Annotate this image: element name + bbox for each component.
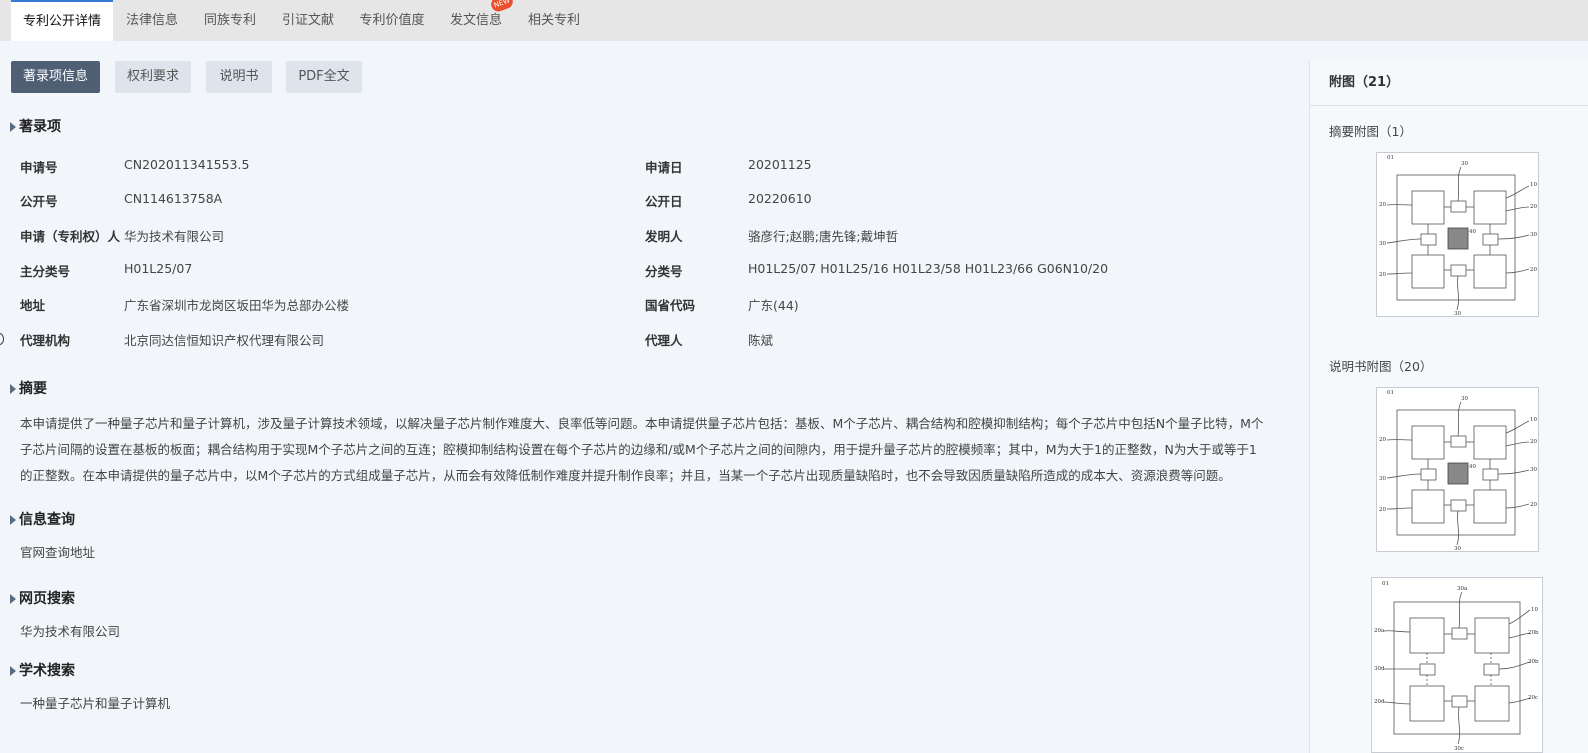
figure-label: 30 bbox=[1379, 241, 1386, 247]
figure-label: 20b bbox=[1528, 630, 1539, 636]
figure-label: 20 bbox=[1530, 502, 1537, 508]
address: 广东省深圳市龙岗区坂田华为总部办公楼 bbox=[124, 298, 350, 313]
field-label: 主分类号 bbox=[20, 264, 71, 279]
figure-label: 30 bbox=[1530, 232, 1537, 238]
tab-patent-value[interactable]: 专利价值度 bbox=[352, 0, 432, 41]
chip-diagram-image: 01 30 10 20 30 20 20 30 20 40 30 bbox=[1379, 390, 1537, 552]
biblio-button[interactable]: 著录项信息 bbox=[11, 61, 100, 93]
biblio-section-title: 著录项 bbox=[10, 117, 61, 137]
figure-label: 20 bbox=[1379, 507, 1386, 513]
chip-diagram-image: 01 30a 10 20b 30b 20c 20a 30d 20d 30c bbox=[1374, 581, 1539, 752]
web-search-link[interactable]: 华为技术有限公司 bbox=[20, 621, 120, 640]
tab-legal-info[interactable]: 法律信息 bbox=[118, 0, 186, 41]
field-label: 地址 bbox=[20, 298, 46, 313]
description-figures-title: 说明书附图（20） bbox=[1329, 359, 1433, 374]
agency: 北京同达信恒知识产权代理有限公司 bbox=[124, 333, 325, 348]
field-label: 申请日 bbox=[645, 160, 683, 175]
info-query-section-title: 信息查询 bbox=[10, 510, 75, 530]
figure-label: 30 bbox=[1530, 467, 1537, 473]
figure-label: 30 bbox=[1461, 396, 1468, 402]
figure-label: 20 bbox=[1530, 439, 1537, 445]
main-classification: H01L25/07 bbox=[124, 261, 193, 276]
figure-label: 30 bbox=[1379, 476, 1386, 482]
figure-label: 10 bbox=[1531, 607, 1538, 613]
figure-label: 40 bbox=[1469, 464, 1476, 470]
figures-panel: 附图（21） 摘要附图（1） 01 30 10 20 30 20 20 30 2… bbox=[1309, 60, 1588, 753]
figure-label: 20a bbox=[1374, 628, 1385, 634]
figure-label: 20 bbox=[1379, 272, 1386, 278]
field-label: 代理机构 bbox=[20, 333, 71, 348]
classifications: H01L25/07 H01L25/16 H01L23/58 H01L23/66 … bbox=[748, 261, 1109, 276]
figure-label: 40 bbox=[1469, 229, 1476, 235]
province-code: 广东(44) bbox=[748, 298, 799, 313]
figure-label: 01 bbox=[1387, 155, 1394, 161]
field-label: 公开号 bbox=[20, 194, 58, 209]
tab-related-patents[interactable]: 相关专利 bbox=[520, 0, 588, 41]
description-figure-thumbnail[interactable]: 01 30a 10 20b 30b 20c 20a 30d 20d 30c bbox=[1371, 577, 1543, 753]
figure-label: 30 bbox=[1454, 311, 1461, 316]
abstract-figure-thumbnail[interactable]: 01 30 10 20 30 20 20 30 20 40 30 bbox=[1376, 152, 1539, 317]
figure-label: 30d bbox=[1374, 666, 1385, 672]
figure-label: 30b bbox=[1528, 659, 1539, 665]
caret-right-icon bbox=[10, 515, 16, 525]
field-label: 申请号 bbox=[20, 160, 58, 175]
agent: 陈斌 bbox=[748, 333, 774, 348]
application-number: CN202011341553.5 bbox=[124, 157, 250, 172]
figure-label: 20 bbox=[1530, 204, 1537, 210]
figure-label: 20c bbox=[1528, 695, 1538, 701]
edge-handle-icon bbox=[0, 333, 4, 345]
figure-label: 30a bbox=[1457, 586, 1468, 592]
figure-label: 20 bbox=[1379, 437, 1386, 443]
field-label: 代理人 bbox=[645, 333, 683, 348]
description-button[interactable]: 说明书 bbox=[206, 61, 272, 93]
figure-label: 20d bbox=[1374, 699, 1385, 705]
tab-bar: 专利公开详情 法律信息 同族专利 引证文献 专利价值度 发文信息 NEW 相关专… bbox=[0, 0, 1588, 41]
field-label: 国省代码 bbox=[645, 298, 696, 313]
caret-right-icon bbox=[10, 594, 16, 604]
inventors: 骆彦行;赵鹏;唐先锋;戴坤哲 bbox=[748, 229, 899, 244]
figure-label: 01 bbox=[1387, 390, 1394, 396]
abstract-figures-title: 摘要附图（1） bbox=[1329, 124, 1412, 139]
figure-label: 30 bbox=[1454, 546, 1461, 551]
academic-search-link[interactable]: 一种量子芯片和量子计算机 bbox=[20, 693, 170, 712]
figure-label: 30 bbox=[1461, 161, 1468, 167]
official-site-link[interactable]: 官网查询地址 bbox=[20, 542, 95, 561]
figure-label: 20 bbox=[1379, 202, 1386, 208]
publication-date: 20220610 bbox=[748, 191, 812, 206]
abstract-text: 本申请提供了一种量子芯片和量子计算机，涉及量子计算技术领域，以解决量子芯片制作难… bbox=[20, 416, 1264, 483]
caret-right-icon bbox=[10, 122, 16, 132]
chip-diagram-image: 01 30 10 20 30 20 20 30 20 40 30 bbox=[1379, 155, 1537, 317]
publication-number: CN114613758A bbox=[124, 191, 223, 206]
field-label: 发明人 bbox=[645, 229, 683, 244]
figure-label: 20 bbox=[1530, 267, 1537, 273]
abstract-section-title: 摘要 bbox=[10, 379, 47, 399]
figure-label: 10 bbox=[1530, 417, 1537, 423]
field-label: 申请（专利权）人 bbox=[20, 229, 121, 244]
description-figure-thumbnail[interactable]: 01 30 10 20 30 20 20 30 20 40 30 bbox=[1376, 387, 1539, 552]
tab-family-patents[interactable]: 同族专利 bbox=[196, 0, 264, 41]
web-search-section-title: 网页搜索 bbox=[10, 589, 75, 609]
caret-right-icon bbox=[10, 666, 16, 676]
tab-patent-detail[interactable]: 专利公开详情 bbox=[11, 0, 113, 41]
field-label: 分类号 bbox=[645, 264, 683, 279]
tab-citations[interactable]: 引证文献 bbox=[274, 0, 342, 41]
application-date: 20201125 bbox=[748, 157, 812, 172]
figure-label: 30c bbox=[1454, 746, 1464, 752]
academic-search-section-title: 学术搜索 bbox=[10, 661, 75, 681]
caret-right-icon bbox=[10, 384, 16, 394]
pdf-fulltext-button[interactable]: PDF全文 bbox=[286, 61, 362, 93]
figures-header: 附图（21） bbox=[1310, 60, 1588, 106]
figure-label: 01 bbox=[1382, 581, 1389, 587]
field-label: 公开日 bbox=[645, 194, 683, 209]
applicant: 华为技术有限公司 bbox=[124, 229, 225, 244]
claims-button[interactable]: 权利要求 bbox=[115, 61, 191, 93]
figure-label: 10 bbox=[1530, 182, 1537, 188]
